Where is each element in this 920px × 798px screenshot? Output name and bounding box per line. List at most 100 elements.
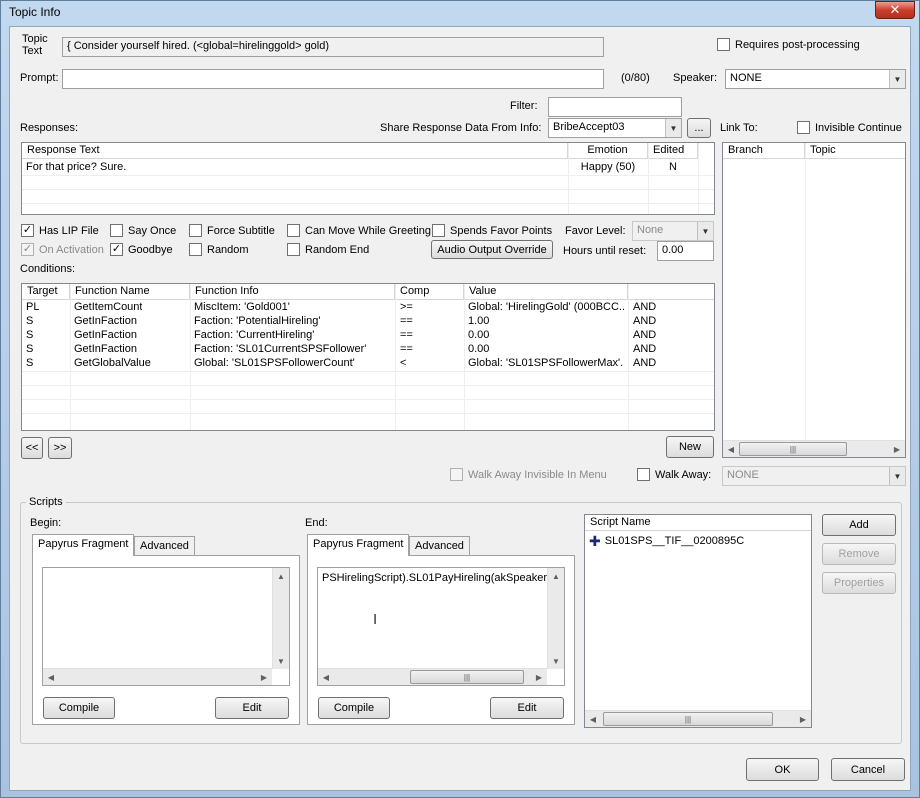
topic-text-field[interactable]: { Consider yourself hired. (<global=hire… [62,37,604,57]
prompt-input[interactable] [62,69,604,89]
checkbox-box[interactable]: ✓ [21,224,34,237]
horizontal-scrollbar[interactable]: ◀ ||| ▶ [723,440,905,457]
tab-begin-papyrus-fragment[interactable]: Papyrus Fragment [32,534,135,556]
col-value[interactable]: Value [464,284,628,300]
filter-input[interactable] [548,97,682,117]
checkbox-box[interactable] [287,224,300,237]
col-target[interactable]: Target [22,284,70,300]
checkbox-box[interactable] [189,243,202,256]
audio-output-override-button[interactable]: Audio Output Override [431,240,553,259]
table-row[interactable]: S GetGlobalValue Global: 'SL01SPSFollowerC… [22,357,714,371]
checkbox-box[interactable] [110,224,123,237]
scroll-left-icon[interactable]: ◀ [318,669,334,685]
walk-away-invisible-checkbox[interactable]: Walk Away Invisible In Menu [450,468,607,481]
chevron-down-icon[interactable]: ▼ [889,467,905,485]
responses-table[interactable]: Response Text Emotion Edited For that pr… [21,142,715,215]
vertical-scrollbar[interactable]: ▲ ▼ [272,568,289,669]
tab-end-advanced[interactable]: Advanced [409,536,470,556]
end-compile-button[interactable]: Compile [318,697,390,719]
col-function-name[interactable]: Function Name [70,284,190,300]
begin-code-editor[interactable]: ▲ ▼ ◀ ▶ [42,567,290,686]
title-bar[interactable]: Topic Info ✕ [1,1,919,25]
end-code-editor[interactable]: PSHirelingScript).SL01PayHireling(akSpea… [317,567,565,686]
col-topic[interactable]: Topic [805,143,905,159]
walk-away-checkbox[interactable]: Walk Away: [637,468,711,481]
horizontal-scrollbar[interactable]: ◀ ▶ [43,668,272,685]
list-item[interactable]: ✚ SL01SPS__TIF__0200895C [589,534,744,548]
col-response-text[interactable]: Response Text [22,143,568,159]
vertical-scrollbar[interactable]: ▲ ▼ [547,568,564,669]
can-move-while-greeting-checkbox[interactable]: Can Move While Greeting [287,224,431,237]
force-subtitle-checkbox[interactable]: Force Subtitle [189,224,275,237]
goodbye-checkbox[interactable]: ✓ Goodbye [110,243,173,256]
invisible-continue-checkbox[interactable]: Invisible Continue [797,121,902,134]
scroll-left-icon[interactable]: ◀ [723,441,739,457]
scroll-right-icon[interactable]: ▶ [889,441,905,457]
col-emotion[interactable]: Emotion [568,143,648,159]
table-row[interactable]: S GetInFaction Faction: 'PotentialHireling… [22,315,714,329]
scroll-left-icon[interactable]: ◀ [43,669,59,685]
scroll-thumb[interactable]: ||| [739,442,847,456]
on-activation-checkbox[interactable]: ✓ On Activation [21,243,104,256]
ok-button[interactable]: OK [746,758,819,781]
scroll-right-icon[interactable]: ▶ [531,669,547,685]
speaker-dropdown[interactable]: NONE ▼ [725,69,906,89]
close-button[interactable]: ✕ [875,1,915,19]
chevron-down-icon[interactable]: ▼ [697,222,713,240]
horizontal-scrollbar[interactable]: ◀ ||| ▶ [318,668,547,685]
scroll-left-icon[interactable]: ◀ [585,711,601,727]
ellipsis-button[interactable]: ... [687,118,711,138]
checkbox-box[interactable]: ✓ [110,243,123,256]
col-script-name[interactable]: Script Name [585,515,811,531]
scroll-up-icon[interactable]: ▲ [548,568,564,584]
checkbox-box[interactable] [189,224,202,237]
share-response-dropdown[interactable]: BribeAccept03 ▼ [548,118,682,138]
tab-begin-advanced[interactable]: Advanced [134,536,195,556]
script-list[interactable]: Script Name ✚ SL01SPS__TIF__0200895C ◀ |… [584,514,812,728]
col-function-info[interactable]: Function Info [190,284,395,300]
prev-button[interactable]: << [21,437,43,459]
chevron-down-icon[interactable]: ▼ [665,119,681,137]
walk-away-dropdown[interactable]: NONE ▼ [722,466,906,486]
cancel-button[interactable]: Cancel [831,758,905,781]
checkbox-box[interactable] [637,468,650,481]
scroll-right-icon[interactable]: ▶ [256,669,272,685]
col-branch[interactable]: Branch [723,143,805,159]
link-to-table[interactable]: Branch Topic ◀ ||| ▶ [722,142,906,458]
add-script-button[interactable]: Add [822,514,896,536]
table-row[interactable]: For that price? Sure. Happy (50) N [22,160,698,174]
random-checkbox[interactable]: Random [189,243,249,256]
scroll-down-icon[interactable]: ▼ [273,653,289,669]
col-operator[interactable] [628,284,714,300]
remove-script-button[interactable]: Remove [822,543,896,565]
table-row[interactable]: PL GetItemCount MiscItem: 'Gold001' >= Globa… [22,301,714,315]
scroll-up-icon[interactable]: ▲ [273,568,289,584]
properties-button[interactable]: Properties [822,572,896,594]
new-condition-button[interactable]: New [666,436,714,458]
end-edit-button[interactable]: Edit [490,697,564,719]
chevron-down-icon[interactable]: ▼ [889,70,905,88]
checkbox-box[interactable] [717,38,730,51]
tab-end-papyrus-fragment[interactable]: Papyrus Fragment [307,534,410,556]
next-button[interactable]: >> [48,437,72,459]
scroll-right-icon[interactable]: ▶ [795,711,811,727]
horizontal-scrollbar[interactable]: ◀ ||| ▶ [585,710,811,727]
scroll-thumb[interactable]: ||| [603,712,773,726]
col-edited[interactable]: Edited [648,143,698,159]
hours-until-reset-input[interactable]: 0.00 [657,241,714,261]
checkbox-box[interactable] [287,243,300,256]
random-end-checkbox[interactable]: Random End [287,243,369,256]
checkbox-box[interactable] [450,468,463,481]
table-row[interactable]: S GetInFaction Faction: 'CurrentHireling' =… [22,329,714,343]
spends-favor-points-checkbox[interactable]: Spends Favor Points [432,224,552,237]
col-comp[interactable]: Comp [395,284,464,300]
begin-compile-button[interactable]: Compile [43,697,115,719]
checkbox-box[interactable] [432,224,445,237]
say-once-checkbox[interactable]: Say Once [110,224,176,237]
checkbox-box[interactable]: ✓ [21,243,34,256]
scroll-down-icon[interactable]: ▼ [548,653,564,669]
checkbox-box[interactable] [797,121,810,134]
has-lip-file-checkbox[interactable]: ✓ Has LIP File [21,224,99,237]
begin-edit-button[interactable]: Edit [215,697,289,719]
table-row[interactable]: S GetInFaction Faction: 'SL01CurrentSPSFol… [22,343,714,357]
